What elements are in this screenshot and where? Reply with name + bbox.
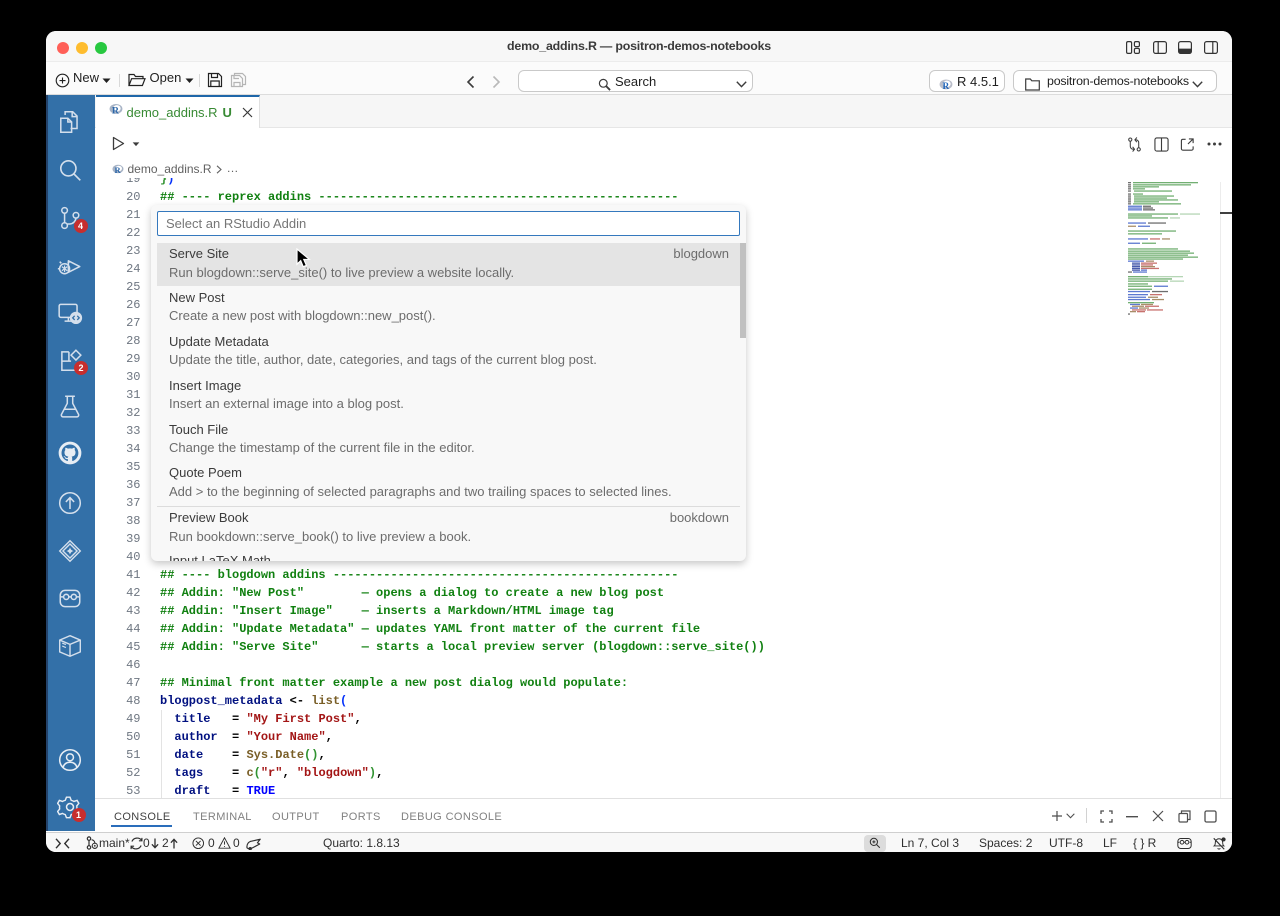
svg-text:R: R — [943, 82, 950, 92]
svg-text:R: R — [114, 165, 121, 175]
svg-text:R: R — [111, 106, 119, 117]
